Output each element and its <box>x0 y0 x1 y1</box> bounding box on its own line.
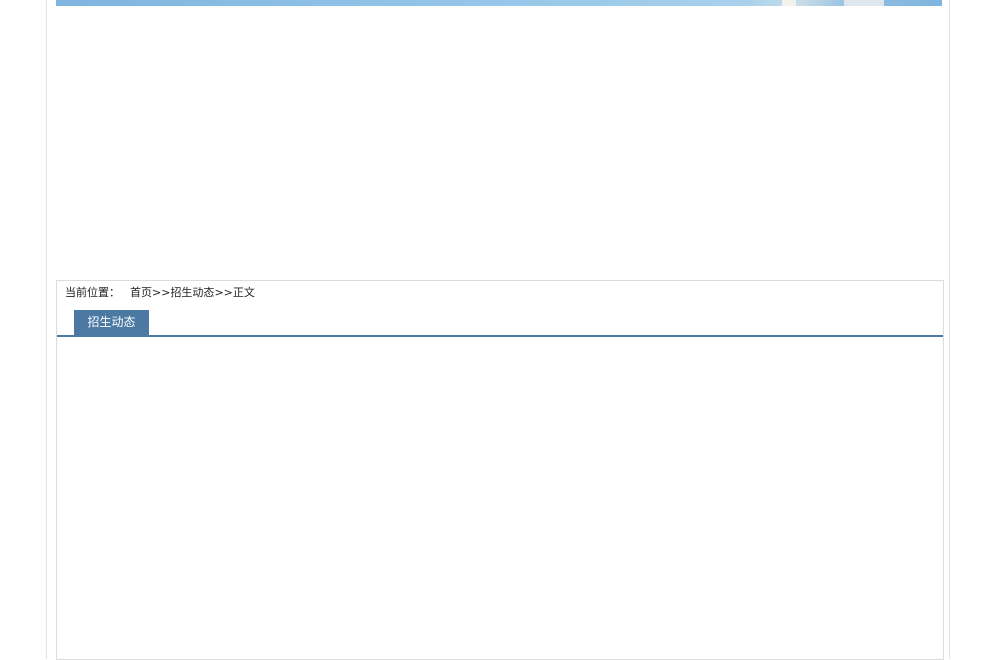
breadcrumb: 当前位置： 首页>>招生动态>>正文 <box>65 286 255 300</box>
article-panel: 当前位置： 首页>>招生动态>>正文 招生动态 <box>56 280 944 660</box>
breadcrumb-home-link[interactable]: 首页 <box>130 286 152 299</box>
section-tab-bar: 招生动态 <box>57 309 943 337</box>
tab-admissions-news[interactable]: 招生动态 <box>74 310 149 335</box>
breadcrumb-separator: >> <box>152 286 171 299</box>
breadcrumb-current: 正文 <box>232 286 255 299</box>
banner-building-shape <box>844 0 884 6</box>
breadcrumb-section-link[interactable]: 招生动态 <box>170 286 214 299</box>
article-body <box>57 337 943 657</box>
header-banner-image <box>56 0 942 6</box>
banner-building-shape <box>782 0 796 6</box>
breadcrumb-label: 当前位置： <box>65 286 120 299</box>
breadcrumb-separator: >> <box>214 286 233 299</box>
